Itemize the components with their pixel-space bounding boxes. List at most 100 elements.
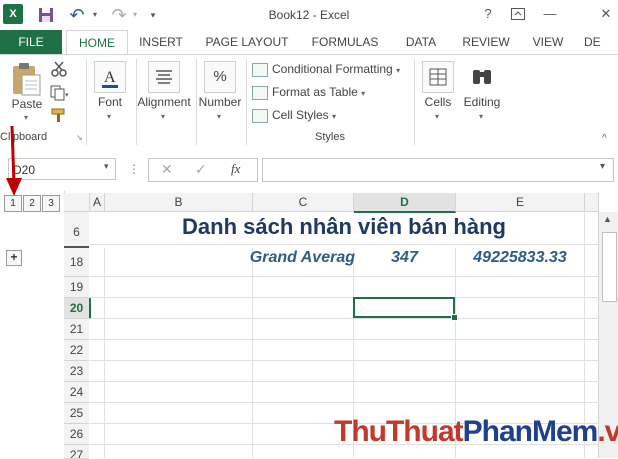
row-header-18[interactable]: 18 bbox=[64, 248, 89, 277]
formula-buttons: ✕ ✓ fx bbox=[148, 158, 258, 182]
cells-button[interactable]: Cells bbox=[418, 95, 458, 109]
number-format-icon[interactable]: % bbox=[204, 61, 236, 93]
selected-cell-d20[interactable] bbox=[353, 297, 455, 318]
insert-function-icon[interactable]: fx bbox=[231, 161, 240, 177]
cells-icon[interactable] bbox=[422, 61, 454, 93]
collapse-ribbon-icon[interactable]: ^ bbox=[602, 133, 607, 144]
column-header-d[interactable]: D bbox=[354, 193, 456, 213]
expand-group-button[interactable]: + bbox=[6, 250, 22, 266]
gridline bbox=[252, 248, 253, 458]
row-header-20[interactable]: 20 bbox=[64, 298, 91, 319]
minimize-button[interactable]: — bbox=[538, 4, 562, 24]
grand-average-d-cell[interactable]: 347 bbox=[354, 249, 455, 267]
format-painter-icon[interactable] bbox=[50, 107, 68, 123]
formula-input[interactable] bbox=[262, 158, 614, 182]
tab-view[interactable]: VIEW bbox=[526, 30, 570, 54]
copy-icon[interactable]: ▾ bbox=[50, 85, 69, 101]
cancel-icon[interactable]: ✕ bbox=[161, 161, 173, 178]
title-bar: X ↶ ▾ ↷ ▾ ▾ Book12 - Excel ? — ✕ bbox=[0, 0, 618, 30]
row-header-26[interactable]: 26 bbox=[64, 424, 89, 445]
conditional-formatting-icon bbox=[252, 62, 268, 77]
gridline bbox=[90, 276, 598, 277]
gridline bbox=[104, 248, 105, 458]
font-dropdown-icon[interactable]: ▾ bbox=[107, 112, 111, 121]
cell-styles-button[interactable]: Cell Styles ▾ bbox=[252, 105, 336, 125]
paste-button[interactable]: Paste bbox=[8, 97, 46, 111]
column-header-e[interactable]: E bbox=[456, 193, 585, 212]
conditional-formatting-label: Conditional Formatting bbox=[272, 62, 393, 76]
sheet-title-cell[interactable]: Danh sách nhân viên bán hàng bbox=[90, 214, 598, 240]
formula-bar: D20 ▾ ⋮ ✕ ✓ fx ▾ bbox=[0, 149, 618, 191]
alignment-icon[interactable] bbox=[148, 61, 180, 93]
watermark-part-3: .vn bbox=[597, 415, 618, 448]
cells-dropdown-icon[interactable]: ▾ bbox=[435, 112, 439, 121]
svg-text:▾: ▾ bbox=[65, 92, 69, 99]
row-header-6[interactable]: 6 bbox=[64, 212, 89, 245]
divider bbox=[86, 59, 87, 145]
alignment-dropdown-icon[interactable]: ▾ bbox=[161, 112, 165, 121]
gridline bbox=[90, 360, 598, 361]
enter-icon[interactable]: ✓ bbox=[195, 161, 207, 178]
tab-insert[interactable]: INSERT bbox=[132, 30, 190, 54]
row-header-24[interactable]: 24 bbox=[64, 382, 89, 403]
scroll-up-icon[interactable]: ▲ bbox=[603, 214, 612, 224]
gridline bbox=[90, 381, 598, 382]
gridline bbox=[90, 402, 598, 403]
column-header-a[interactable]: A bbox=[90, 193, 105, 212]
column-header-b[interactable]: B bbox=[105, 193, 253, 212]
editing-dropdown-icon[interactable]: ▾ bbox=[479, 112, 483, 121]
outline-bar: 1 2 3 + bbox=[0, 191, 65, 458]
cut-icon[interactable] bbox=[50, 61, 68, 77]
conditional-formatting-button[interactable]: Conditional Formatting ▾ bbox=[252, 59, 400, 79]
watermark-part-2: PhanMem bbox=[462, 415, 599, 448]
help-button[interactable]: ? bbox=[476, 4, 500, 24]
gridline bbox=[90, 244, 598, 245]
divider bbox=[246, 59, 247, 145]
expand-formula-bar-icon[interactable]: ▾ bbox=[600, 161, 605, 172]
name-box-dropdown-icon[interactable]: ▾ bbox=[104, 161, 109, 172]
row-header-25[interactable]: 25 bbox=[64, 403, 89, 424]
row-header-23[interactable]: 23 bbox=[64, 361, 89, 382]
font-icon[interactable]: A bbox=[94, 61, 126, 93]
format-as-table-icon bbox=[252, 85, 268, 100]
row-header-27[interactable]: 27 bbox=[64, 445, 89, 459]
ribbon-display-options-icon[interactable] bbox=[506, 4, 530, 24]
svg-text:A: A bbox=[104, 69, 116, 86]
cell-styles-label: Cell Styles bbox=[272, 108, 329, 122]
scrollbar-thumb[interactable] bbox=[602, 232, 617, 302]
find-binoculars-icon[interactable] bbox=[466, 61, 498, 93]
tab-file[interactable]: FILE bbox=[0, 30, 62, 54]
annotation-arrow-icon bbox=[6, 125, 22, 196]
outline-level-3-button[interactable]: 3 bbox=[42, 195, 60, 212]
tab-data[interactable]: DATA bbox=[396, 30, 446, 54]
gridline bbox=[90, 339, 598, 340]
select-all-corner[interactable] bbox=[64, 193, 90, 212]
row-header-22[interactable]: 22 bbox=[64, 340, 89, 361]
watermark-part-1: ThuThuat bbox=[334, 415, 464, 448]
format-as-table-label: Format as Table bbox=[272, 85, 358, 99]
tab-developer[interactable]: DE bbox=[584, 30, 618, 54]
column-header-f[interactable] bbox=[585, 193, 599, 212]
fill-handle[interactable] bbox=[451, 314, 458, 321]
grand-average-e-cell[interactable]: 49225833.33 bbox=[456, 249, 584, 267]
divider bbox=[414, 59, 415, 145]
tab-home[interactable]: HOME bbox=[66, 30, 128, 55]
close-button[interactable]: ✕ bbox=[594, 4, 618, 24]
format-as-table-button[interactable]: Format as Table ▾ bbox=[252, 82, 365, 102]
gridline bbox=[90, 297, 598, 298]
number-dropdown-icon[interactable]: ▾ bbox=[217, 112, 221, 121]
formula-bar-grip-icon: ⋮ bbox=[128, 162, 140, 176]
tab-formulas[interactable]: FORMULAS bbox=[304, 30, 386, 54]
column-header-c[interactable]: C bbox=[253, 193, 354, 212]
tab-review[interactable]: REVIEW bbox=[456, 30, 516, 54]
font-button[interactable]: Font bbox=[90, 95, 130, 109]
tab-page-layout[interactable]: PAGE LAYOUT bbox=[200, 30, 294, 54]
row-header-21[interactable]: 21 bbox=[64, 319, 89, 340]
number-button[interactable]: Number bbox=[196, 95, 244, 109]
row-header-19[interactable]: 19 bbox=[64, 277, 89, 298]
paste-icon[interactable] bbox=[10, 61, 44, 97]
grand-average-label-cell[interactable]: Grand Averag bbox=[105, 249, 355, 267]
alignment-button[interactable]: Alignment bbox=[134, 95, 194, 109]
editing-button[interactable]: Editing bbox=[458, 95, 506, 109]
clipboard-launcher-icon[interactable]: ↘ bbox=[76, 133, 83, 142]
